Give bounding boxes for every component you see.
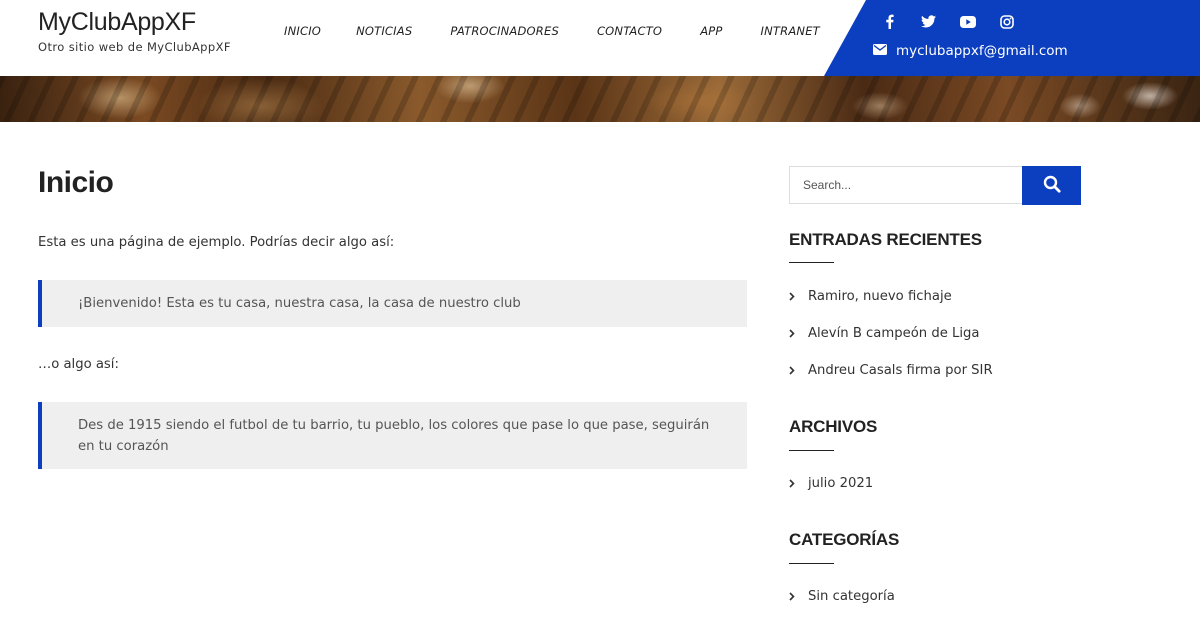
intro-paragraph: Esta es una página de ejemplo. Podrías d… (38, 235, 395, 250)
page-title: Inicio (38, 166, 114, 199)
widget-divider (789, 563, 834, 564)
recent-post-label: Alevín B campeón de Liga (808, 326, 980, 341)
instagram-icon[interactable] (997, 12, 1016, 31)
nav-item-contacto[interactable]: CONTACTO (597, 24, 662, 38)
chevron-right-icon (789, 479, 801, 488)
nav-item-noticias[interactable]: NOTICIAS (356, 24, 412, 38)
archive-link[interactable]: julio 2021 (789, 476, 873, 491)
envelope-icon (873, 43, 887, 59)
site-title[interactable]: MyClubAppXF (38, 8, 196, 37)
nav-item-app[interactable]: APP (700, 24, 722, 38)
widget-title-recent-posts: ENTRADAS RECIENTES (789, 230, 982, 249)
quote-welcome: ¡Bienvenido! Esta es tu casa, nuestra ca… (38, 280, 747, 327)
chevron-right-icon (789, 592, 801, 601)
youtube-icon[interactable] (958, 12, 977, 31)
category-link[interactable]: Sin categoría (789, 589, 895, 604)
search-button[interactable] (1022, 166, 1081, 205)
category-label: Sin categoría (808, 589, 895, 604)
chevron-right-icon (789, 366, 801, 375)
nav-item-inicio[interactable]: INICIO (284, 24, 321, 38)
search-icon (1043, 175, 1061, 196)
main-nav: INICIO NOTICIAS PATROCINADORES CONTACTO … (266, 0, 820, 62)
twitter-icon[interactable] (919, 12, 938, 31)
nav-item-intranet[interactable]: INTRANET (761, 24, 820, 38)
search-input[interactable] (789, 166, 1023, 204)
chevron-right-icon (789, 292, 801, 301)
widget-divider (789, 450, 834, 451)
facebook-icon[interactable] (880, 12, 899, 31)
chevron-right-icon (789, 329, 801, 338)
recent-post-label: Ramiro, nuevo fichaje (808, 289, 952, 304)
recent-post-label: Andreu Casals firma por SIR (808, 363, 993, 378)
widget-title-categories: CATEGORÍAS (789, 530, 900, 549)
header-banner-image (0, 76, 1200, 122)
recent-post-link[interactable]: Ramiro, nuevo fichaje (789, 289, 952, 304)
nav-item-patrocinadores[interactable]: PATROCINADORES (450, 24, 559, 38)
site-tagline: Otro sitio web de MyClubAppXF (38, 40, 231, 54)
email-text: myclubappxf@gmail.com (896, 43, 1068, 59)
contact-email[interactable]: myclubappxf@gmail.com (873, 43, 1068, 59)
widget-divider (789, 262, 834, 263)
social-links (880, 12, 1016, 31)
widget-title-archives: ARCHIVOS (789, 417, 878, 436)
recent-post-link[interactable]: Alevín B campeón de Liga (789, 326, 979, 341)
quote-history: Des de 1915 siendo el futbol de tu barri… (38, 402, 747, 469)
secondary-paragraph: …o algo así: (38, 357, 119, 372)
archive-label: julio 2021 (808, 476, 874, 491)
recent-post-link[interactable]: Andreu Casals firma por SIR (789, 363, 993, 378)
